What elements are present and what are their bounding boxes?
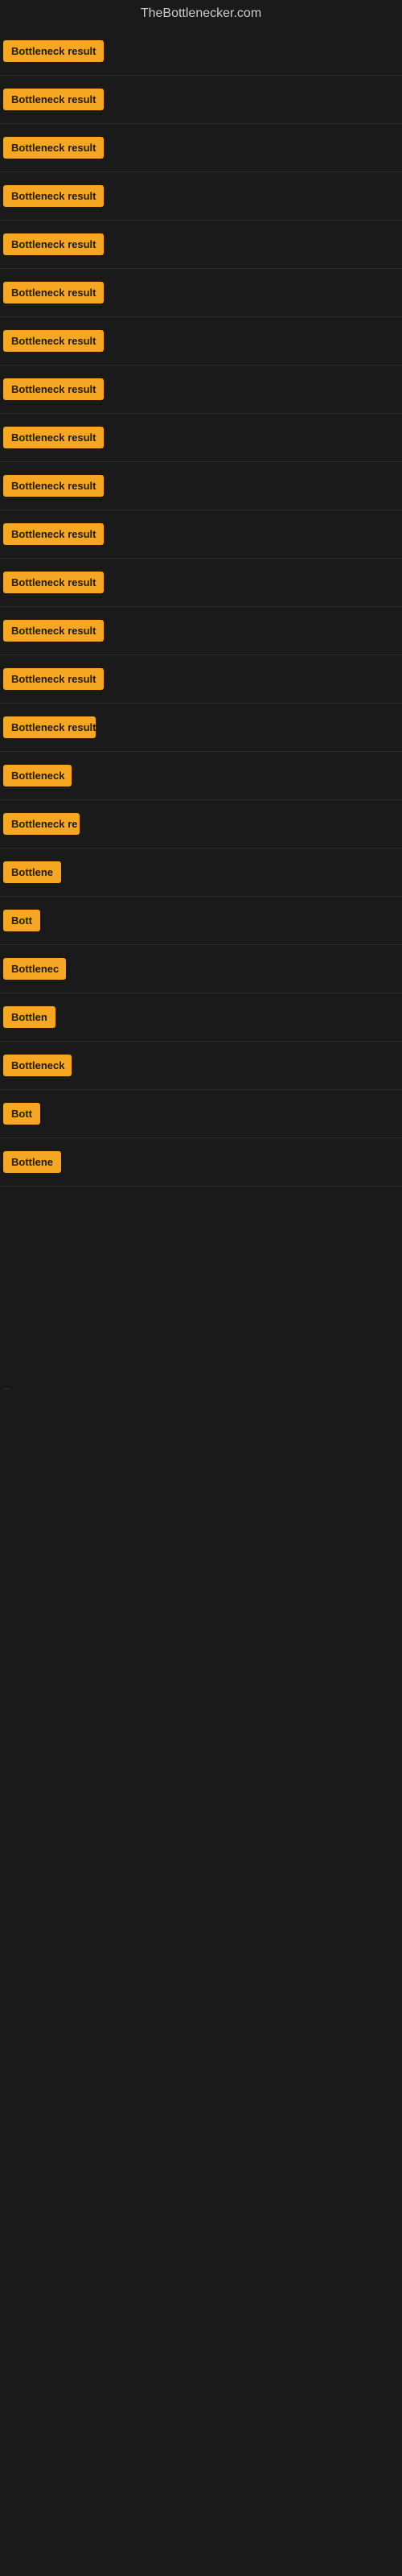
- bottleneck-section-18: Bottlene: [0, 848, 402, 897]
- bottleneck-item-20: Bottlenec: [3, 955, 399, 983]
- bottleneck-section-9: Bottleneck result: [0, 414, 402, 462]
- bottleneck-section-12: Bottleneck result: [0, 559, 402, 607]
- bottleneck-item-2: Bottleneck result: [3, 85, 399, 114]
- bottleneck-item-17: Bottleneck re: [3, 810, 399, 838]
- bottleneck-item-18: Bottlene: [3, 858, 399, 886]
- bottleneck-section-20: Bottlenec: [0, 945, 402, 993]
- bottleneck-badge-1: Bottleneck result: [3, 40, 104, 62]
- bottleneck-section-6: Bottleneck result: [0, 269, 402, 317]
- bottleneck-section-22: Bottleneck: [0, 1042, 402, 1090]
- footnote: ...: [0, 1380, 402, 1395]
- bottleneck-item-9: Bottleneck result: [3, 423, 399, 452]
- bottleneck-section-15: Bottleneck result: [0, 704, 402, 752]
- bottleneck-badge-9: Bottleneck result: [3, 427, 104, 448]
- bottleneck-section-10: Bottleneck result: [0, 462, 402, 510]
- bottleneck-item-13: Bottleneck result: [3, 617, 399, 645]
- bottleneck-section-16: Bottleneck: [0, 752, 402, 800]
- bottleneck-badge-11: Bottleneck result: [3, 523, 104, 545]
- bottleneck-section-11: Bottleneck result: [0, 510, 402, 559]
- bottleneck-badge-2: Bottleneck result: [3, 89, 104, 110]
- bottleneck-section-4: Bottleneck result: [0, 172, 402, 221]
- bottleneck-badge-8: Bottleneck result: [3, 378, 104, 400]
- bottleneck-section-17: Bottleneck re: [0, 800, 402, 848]
- bottleneck-item-21: Bottlen: [3, 1003, 399, 1031]
- bottleneck-item-22: Bottleneck: [3, 1051, 399, 1080]
- bottleneck-badge-10: Bottleneck result: [3, 475, 104, 497]
- bottleneck-badge-17: Bottleneck re: [3, 813, 80, 835]
- bottleneck-list: Bottleneck result Bottleneck result Bottle…: [0, 27, 402, 1187]
- bottleneck-item-24: Bottlene: [3, 1148, 399, 1176]
- bottleneck-section-3: Bottleneck result: [0, 124, 402, 172]
- bottleneck-badge-5: Bottleneck result: [3, 233, 104, 255]
- bottleneck-item-23: Bott: [3, 1100, 399, 1128]
- bottleneck-item-11: Bottleneck result: [3, 520, 399, 548]
- bottleneck-badge-15: Bottleneck result: [3, 716, 96, 738]
- bottleneck-item-7: Bottleneck result: [3, 327, 399, 355]
- bottleneck-section-23: Bott: [0, 1090, 402, 1138]
- bottleneck-badge-12: Bottleneck result: [3, 572, 104, 593]
- bottleneck-section-21: Bottlen: [0, 993, 402, 1042]
- bottleneck-item-10: Bottleneck result: [3, 472, 399, 500]
- bottleneck-badge-19: Bott: [3, 910, 40, 931]
- bottleneck-section-19: Bott: [0, 897, 402, 945]
- bottleneck-section-7: Bottleneck result: [0, 317, 402, 365]
- bottleneck-item-12: Bottleneck result: [3, 568, 399, 597]
- bottleneck-item-19: Bott: [3, 906, 399, 935]
- bottleneck-section-1: Bottleneck result: [0, 27, 402, 76]
- bottleneck-badge-20: Bottlenec: [3, 958, 66, 980]
- bottleneck-badge-4: Bottleneck result: [3, 185, 104, 207]
- bottleneck-item-1: Bottleneck result: [3, 37, 399, 65]
- bottleneck-section-5: Bottleneck result: [0, 221, 402, 269]
- bottleneck-badge-23: Bott: [3, 1103, 40, 1125]
- bottleneck-badge-18: Bottlene: [3, 861, 61, 883]
- bottleneck-badge-21: Bottlen: [3, 1006, 55, 1028]
- bottleneck-badge-22: Bottleneck: [3, 1055, 72, 1076]
- bottleneck-badge-7: Bottleneck result: [3, 330, 104, 352]
- bottleneck-badge-16: Bottleneck: [3, 765, 72, 786]
- bottleneck-item-16: Bottleneck: [3, 762, 399, 790]
- bottleneck-section-2: Bottleneck result: [0, 76, 402, 124]
- bottleneck-badge-3: Bottleneck result: [3, 137, 104, 159]
- bottleneck-item-3: Bottleneck result: [3, 134, 399, 162]
- bottleneck-section-13: Bottleneck result: [0, 607, 402, 655]
- bottleneck-section-8: Bottleneck result: [0, 365, 402, 414]
- bottleneck-item-15: Bottleneck result: [3, 713, 399, 741]
- bottleneck-item-4: Bottleneck result: [3, 182, 399, 210]
- site-title: TheBottlenecker.com: [0, 0, 402, 27]
- bottleneck-item-14: Bottleneck result: [3, 665, 399, 693]
- bottleneck-item-8: Bottleneck result: [3, 375, 399, 403]
- bottleneck-badge-14: Bottleneck result: [3, 668, 104, 690]
- bottleneck-section-14: Bottleneck result: [0, 655, 402, 704]
- bottleneck-section-24: Bottlene: [0, 1138, 402, 1187]
- bottleneck-badge-6: Bottleneck result: [3, 282, 104, 303]
- bottleneck-item-6: Bottleneck result: [3, 279, 399, 307]
- bottleneck-badge-13: Bottleneck result: [3, 620, 104, 642]
- bottleneck-item-5: Bottleneck result: [3, 230, 399, 258]
- bottleneck-badge-24: Bottlene: [3, 1151, 61, 1173]
